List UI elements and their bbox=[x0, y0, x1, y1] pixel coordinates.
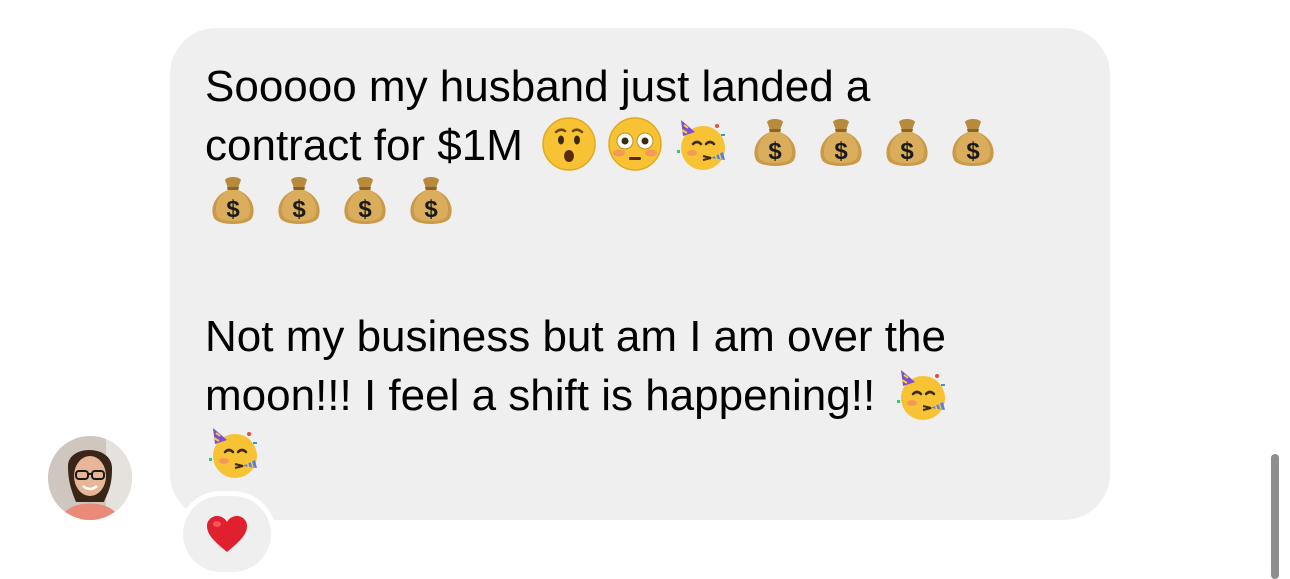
money-bag-icon bbox=[403, 174, 459, 230]
message-line-6 bbox=[205, 424, 1085, 482]
flushed-face-icon bbox=[607, 116, 663, 172]
hushed-face-icon bbox=[541, 116, 597, 172]
avatar-photo-icon bbox=[48, 436, 132, 520]
message-line-4: Not my business but am I am over the bbox=[205, 312, 946, 361]
heart-reaction[interactable] bbox=[183, 496, 271, 572]
message-row: Sooooo my husband just landed a contract… bbox=[0, 0, 1290, 579]
money-bag-icon bbox=[879, 116, 935, 172]
chat-screen: Sooooo my husband just landed a contract… bbox=[0, 0, 1290, 579]
red-heart-icon bbox=[207, 516, 247, 552]
sender-avatar[interactable] bbox=[48, 436, 132, 520]
message-text: Sooooo my husband just landed a contract… bbox=[205, 58, 1085, 482]
message-line-5: moon!!! I feel a shift is happening!! bbox=[205, 366, 1085, 424]
message-line-3 bbox=[205, 174, 1085, 232]
partying-face-icon bbox=[673, 116, 729, 172]
message-line-1: Sooooo my husband just landed a bbox=[205, 62, 871, 111]
partying-face-icon bbox=[205, 424, 261, 480]
money-bag-icon bbox=[813, 116, 869, 172]
message-line-2: contract for $1M bbox=[205, 116, 1085, 174]
partying-face-icon bbox=[893, 366, 949, 422]
money-bag-icon bbox=[205, 174, 261, 230]
money-bag-icon bbox=[271, 174, 327, 230]
message-line-5-text: moon!!! I feel a shift is happening!! bbox=[205, 371, 876, 420]
message-line-2-text: contract for $1M bbox=[205, 121, 523, 170]
money-bag-icon bbox=[337, 174, 393, 230]
money-bag-icon bbox=[747, 116, 803, 172]
scrollbar[interactable] bbox=[1271, 454, 1279, 579]
message-bubble[interactable]: Sooooo my husband just landed a contract… bbox=[170, 28, 1110, 520]
money-bag-icon bbox=[945, 116, 1001, 172]
